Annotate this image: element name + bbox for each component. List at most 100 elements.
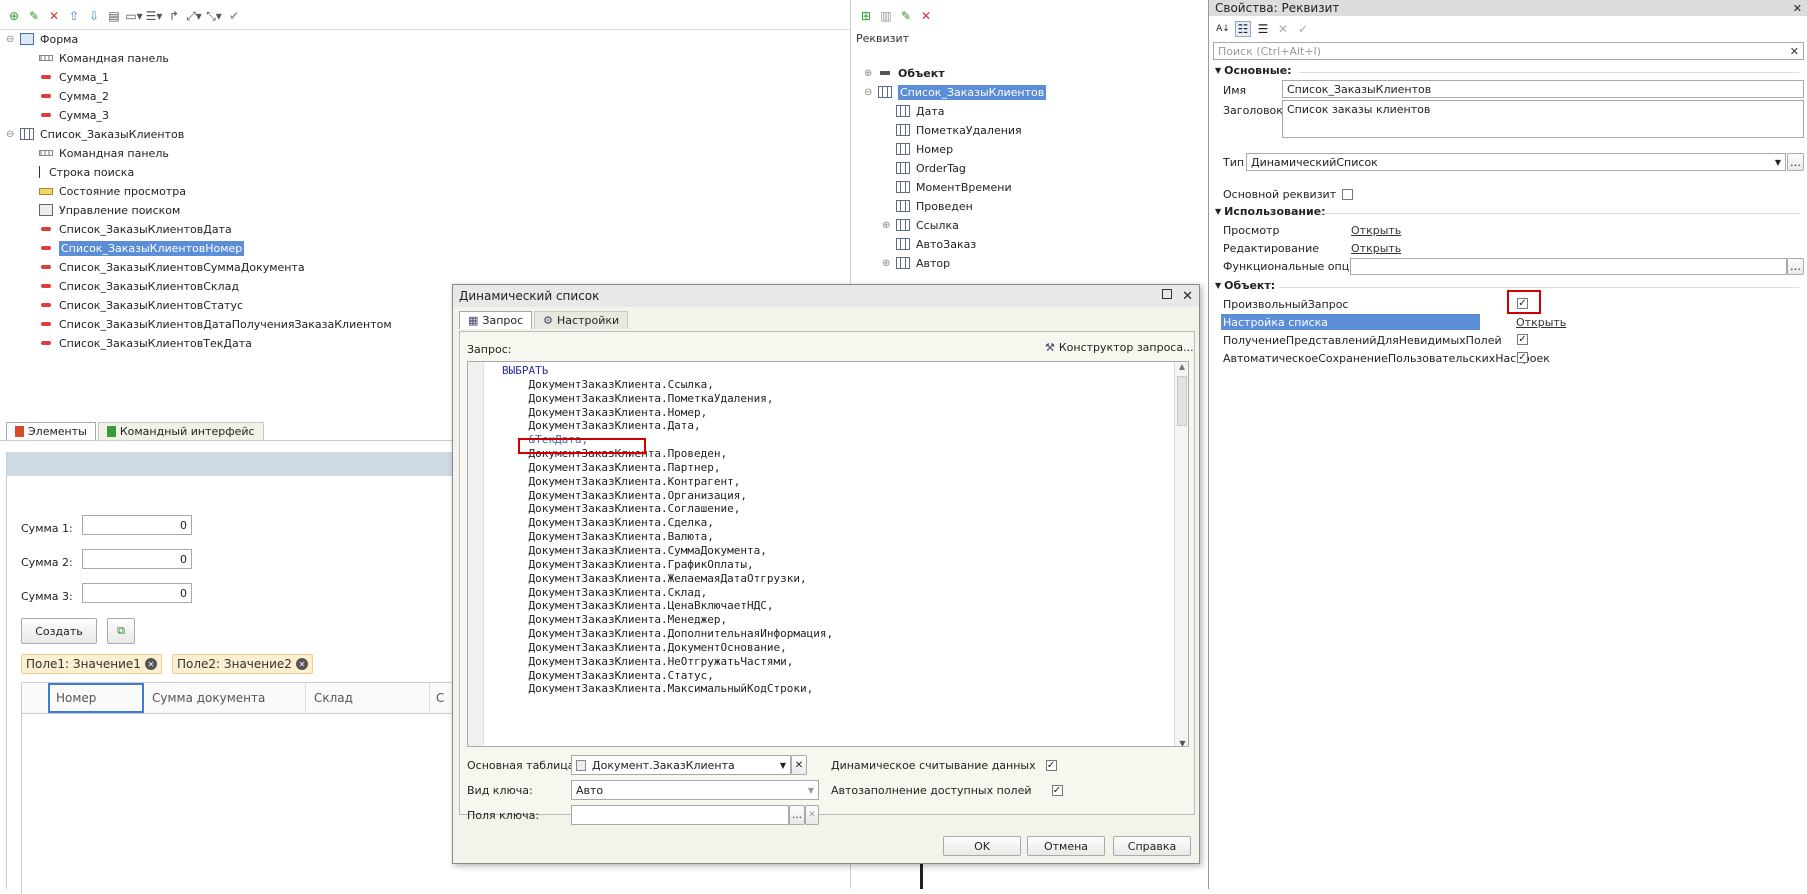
collapse-icon[interactable]: ⊖ bbox=[6, 129, 20, 140]
edit-attribute-icon[interactable]: ✎ bbox=[898, 8, 914, 24]
attribute-item[interactable]: АвтоЗаказ bbox=[882, 235, 976, 253]
tree-item[interactable]: Командная панель bbox=[25, 144, 169, 162]
maximize-icon[interactable] bbox=[1162, 288, 1173, 299]
key-type-select[interactable]: Авто ▼ bbox=[571, 780, 819, 800]
arrow-icon[interactable]: ↱ bbox=[166, 8, 182, 24]
dropdown-arrow-icon[interactable]: ▼ bbox=[1775, 158, 1781, 167]
query-text-editor[interactable]: ВЫБРАТЬ ДокументЗаказКлиента.Ссылка, Док… bbox=[467, 361, 1189, 747]
remove-filter-icon[interactable]: ✕ bbox=[295, 658, 308, 670]
check-icon[interactable]: ✔ bbox=[226, 8, 242, 24]
sum1-field[interactable]: 0 bbox=[82, 515, 192, 535]
attribute-item[interactable]: Дата bbox=[882, 102, 944, 120]
clear-search-icon[interactable]: ✕ bbox=[1790, 45, 1799, 58]
expand-icon[interactable]: ⊕ bbox=[882, 258, 896, 269]
expand-icon[interactable]: ⊕ bbox=[864, 68, 878, 79]
dropdown-arrow-icon[interactable]: ▼ bbox=[780, 761, 786, 770]
tab-settings[interactable]: ⚙ Настройки bbox=[534, 311, 629, 329]
edit-icon[interactable]: ✎ bbox=[26, 8, 42, 24]
view-open-link[interactable]: Открыть bbox=[1351, 224, 1401, 237]
ok-button[interactable]: OK bbox=[943, 836, 1021, 856]
attribute-item[interactable]: Номер bbox=[882, 140, 953, 158]
editor-scrollbar[interactable]: ▲ ▼ bbox=[1174, 362, 1188, 746]
main-table-clear-button[interactable]: ✕ bbox=[791, 755, 807, 775]
get-repr-checkbox[interactable]: ✓ bbox=[1517, 334, 1528, 345]
tree-item[interactable]: Список_ЗаказыКлиентовСтатус bbox=[25, 296, 243, 314]
attribute-item[interactable]: ⊕ Ссылка bbox=[882, 216, 959, 234]
dynamic-read-checkbox[interactable]: ✓ bbox=[1045, 760, 1057, 771]
delete-icon[interactable]: ✕ bbox=[46, 8, 62, 24]
scroll-thumb[interactable] bbox=[1177, 376, 1187, 426]
type-field[interactable]: ДинамическийСписок ▼ bbox=[1246, 153, 1786, 171]
sum3-field[interactable]: 0 bbox=[82, 583, 192, 603]
tree-item[interactable]: Сумма_1 bbox=[25, 68, 109, 86]
tree-item[interactable]: Состояние просмотра bbox=[25, 182, 186, 200]
attribute-item[interactable]: ПометкаУдаления bbox=[882, 121, 1022, 139]
column-header-warehouse[interactable]: Склад bbox=[306, 683, 430, 713]
tree-item[interactable]: Список_ЗаказыКлиентовТекДата bbox=[25, 334, 252, 352]
tab-query[interactable]: ▦ Запрос bbox=[459, 311, 533, 329]
apply-icon[interactable]: ✓ bbox=[1295, 21, 1311, 37]
column-header-number[interactable]: Номер bbox=[48, 683, 144, 713]
tree-item[interactable]: Сумма_3 bbox=[25, 106, 109, 124]
attribute-item[interactable]: ⊕ Объект bbox=[864, 64, 945, 82]
remove-filter-icon[interactable]: ✕ bbox=[144, 658, 157, 670]
collapse-icon[interactable]: ⊖ bbox=[6, 34, 20, 45]
close-icon[interactable]: ✕ bbox=[1793, 2, 1802, 15]
help-button[interactable]: Справка bbox=[1113, 836, 1191, 856]
add-column-icon[interactable]: ▥ bbox=[878, 8, 894, 24]
edit-open-link[interactable]: Открыть bbox=[1351, 242, 1401, 255]
main-table-field[interactable]: Документ.ЗаказКлиента ▼ bbox=[571, 755, 791, 775]
delete-attribute-icon[interactable]: ✕ bbox=[918, 8, 934, 24]
tree-item[interactable]: ⊖ Форма bbox=[6, 30, 78, 48]
cancel-button[interactable]: Отмена bbox=[1027, 836, 1105, 856]
expand-icon[interactable]: ⤡▾ bbox=[206, 8, 222, 24]
add-icon[interactable]: ⊕ bbox=[6, 8, 22, 24]
key-fields-clear-button[interactable]: ✕ bbox=[805, 805, 819, 825]
key-fields-more-button[interactable]: … bbox=[789, 805, 805, 825]
tree-item[interactable]: Список_ЗаказыКлиентовСклад bbox=[25, 277, 239, 295]
close-icon[interactable]: ✕ bbox=[1182, 289, 1193, 304]
tree-item[interactable]: ⊖ Список_ЗаказыКлиентов bbox=[6, 125, 184, 143]
clear-icon[interactable]: ✕ bbox=[1275, 21, 1291, 37]
tree-item[interactable]: Список_ЗаказыКлиентовДатаПолученияЗаказа… bbox=[25, 315, 392, 333]
scroll-down-icon[interactable]: ▼ bbox=[1175, 739, 1188, 746]
tab-command-interface[interactable]: Командный интерфейс bbox=[97, 422, 264, 440]
categorized-icon[interactable]: ☷ bbox=[1235, 21, 1251, 37]
group-icon[interactable]: ▤ bbox=[106, 8, 122, 24]
tree-item[interactable]: Строка поиска bbox=[25, 163, 134, 181]
move-down-icon[interactable]: ⇩ bbox=[86, 8, 102, 24]
func-options-field[interactable] bbox=[1350, 258, 1787, 275]
column-header-status[interactable]: С bbox=[430, 683, 444, 713]
func-options-more-button[interactable]: … bbox=[1787, 258, 1804, 275]
name-field[interactable]: Список_ЗаказыКлиентов bbox=[1282, 80, 1804, 98]
move-up-icon[interactable]: ⇧ bbox=[66, 8, 82, 24]
attribute-item[interactable]: OrderTag bbox=[882, 159, 966, 177]
list-settings-open-link[interactable]: Открыть bbox=[1516, 316, 1566, 329]
list-settings-row[interactable]: Настройка списка bbox=[1221, 314, 1480, 330]
tree-item[interactable]: Список_ЗаказыКлиентовДата bbox=[25, 220, 232, 238]
filter-chip-1[interactable]: Поле1: Значение1 ✕ bbox=[21, 654, 162, 674]
resize-icon[interactable]: ⤢▾ bbox=[186, 8, 202, 24]
section-main[interactable]: ▼ Основные: bbox=[1215, 64, 1292, 77]
tree-item[interactable]: Командная панель bbox=[25, 49, 169, 67]
properties-search-input[interactable]: Поиск (Ctrl+Alt+I) ✕ bbox=[1213, 42, 1804, 60]
copy-button[interactable]: ⧉ bbox=[107, 618, 135, 644]
section-usage[interactable]: ▼ Использование: bbox=[1215, 205, 1326, 218]
key-fields-field[interactable] bbox=[571, 805, 789, 825]
main-attribute-checkbox[interactable] bbox=[1342, 188, 1354, 200]
tab-elements[interactable]: Элементы bbox=[6, 422, 96, 440]
sum2-field[interactable]: 0 bbox=[82, 549, 192, 569]
list-menu-icon[interactable]: ☰▾ bbox=[146, 8, 163, 24]
dropdown-arrow-icon[interactable]: ▼ bbox=[808, 786, 814, 795]
filter-chip-2[interactable]: Поле2: Значение2 ✕ bbox=[172, 654, 313, 674]
attribute-item[interactable]: ⊕ Автор bbox=[882, 254, 950, 272]
create-button[interactable]: Создать bbox=[21, 618, 97, 644]
attribute-item[interactable]: Проведен bbox=[882, 197, 973, 215]
caption-field[interactable]: Список заказы клиентов bbox=[1282, 100, 1804, 138]
tree-item[interactable]: Управление поиском bbox=[25, 201, 180, 219]
section-object[interactable]: ▼ Объект: bbox=[1215, 279, 1275, 292]
type-more-button[interactable]: … bbox=[1787, 153, 1804, 171]
scroll-up-icon[interactable]: ▲ bbox=[1175, 362, 1188, 376]
sort-alpha-icon[interactable]: A↓ bbox=[1215, 21, 1231, 37]
query-constructor-link[interactable]: ⚒ Конструктор запроса... bbox=[1045, 341, 1194, 354]
